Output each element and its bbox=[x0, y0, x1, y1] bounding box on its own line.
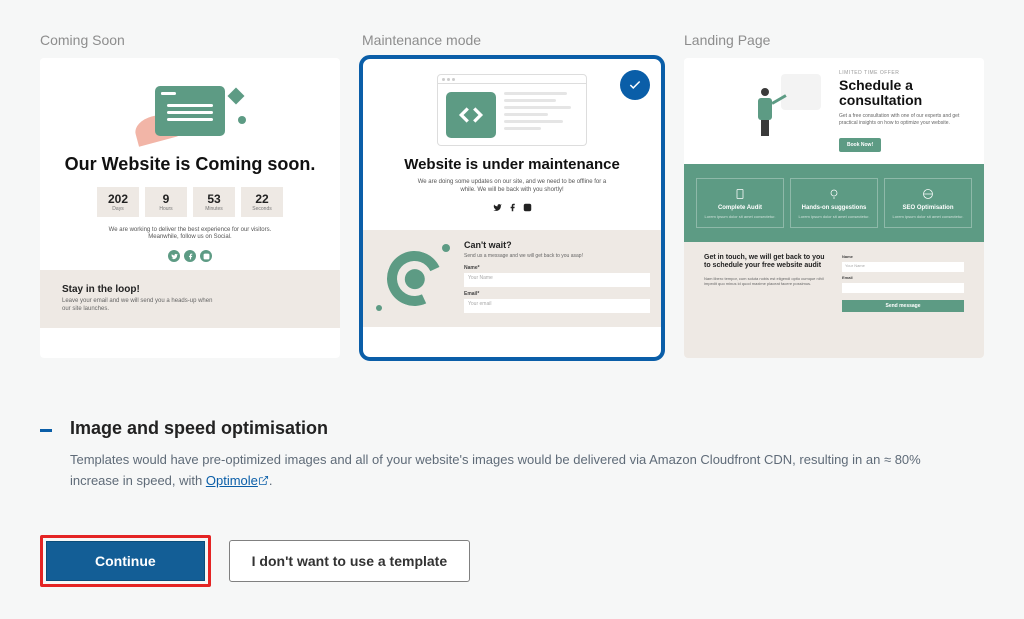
lightbulb-icon bbox=[827, 187, 841, 201]
instagram-icon bbox=[200, 250, 212, 262]
template-label: Maintenance mode bbox=[362, 32, 662, 48]
facebook-icon bbox=[184, 250, 196, 262]
preview-contact: Get in touch, we will get back to you to… bbox=[684, 242, 984, 358]
countdown: 202Days 9Hours 53Minutes 22Seconds bbox=[50, 187, 330, 217]
preview-header: Website is under maintenance We are doin… bbox=[362, 58, 662, 230]
preview-features: Complete AuditLorem ipsum dolor sit amet… bbox=[684, 164, 984, 242]
form-title: Can't wait? bbox=[464, 240, 650, 250]
template-landing-col: Landing Page LIMITED TIME OFFER bbox=[684, 32, 984, 358]
action-buttons: Continue I don't want to use a template bbox=[40, 535, 984, 587]
social-icons bbox=[382, 203, 642, 212]
preview-title: Our Website is Coming soon. bbox=[50, 154, 330, 175]
skip-template-button[interactable]: I don't want to use a template bbox=[229, 540, 470, 582]
section-title: Image and speed optimisation bbox=[70, 418, 328, 439]
section-description: Templates would have pre-optimized image… bbox=[70, 449, 970, 493]
name-label: Name* bbox=[464, 265, 650, 271]
continue-button[interactable]: Continue bbox=[46, 541, 205, 581]
continue-highlight: Continue bbox=[40, 535, 211, 587]
hero-title: Schedule a consultation bbox=[839, 78, 968, 109]
code-icon bbox=[446, 92, 496, 138]
twitter-icon bbox=[168, 250, 180, 262]
template-card-maintenance[interactable]: Website is under maintenance We are doin… bbox=[362, 58, 662, 358]
template-card-landing[interactable]: LIMITED TIME OFFER Schedule a consultati… bbox=[684, 58, 984, 358]
globe-icon bbox=[921, 187, 935, 201]
facebook-icon bbox=[508, 203, 517, 212]
send-button: Send message bbox=[842, 300, 964, 312]
preview-desc: We are doing some updates on our site, a… bbox=[417, 179, 607, 195]
hero-tag: LIMITED TIME OFFER bbox=[839, 70, 968, 76]
stay-desc: Leave your email and we will send you a … bbox=[62, 298, 222, 314]
name-placeholder: Your Name bbox=[464, 273, 650, 287]
email-label: Email* bbox=[464, 291, 650, 297]
preview-desc: We are working to deliver the best exper… bbox=[95, 227, 285, 243]
social-icons bbox=[50, 250, 330, 262]
optimole-link[interactable]: Optimole bbox=[206, 473, 269, 488]
email-placeholder: Your email bbox=[464, 299, 650, 313]
contact-desc: Nam libero tempor, cum soluta nobis est … bbox=[704, 276, 826, 287]
selected-check-icon bbox=[620, 70, 650, 100]
contact-title: Get in touch, we will get back to you to… bbox=[704, 254, 826, 271]
template-card-coming-soon[interactable]: Our Website is Coming soon. 202Days 9Hou… bbox=[40, 58, 340, 358]
template-label: Landing Page bbox=[684, 32, 984, 48]
form-desc: Send us a message and we will get back t… bbox=[464, 253, 650, 259]
browser-mock-icon bbox=[437, 74, 587, 146]
preview-footer: Can't wait? Send us a message and we wil… bbox=[362, 230, 662, 327]
stay-title: Stay in the loop! bbox=[62, 284, 318, 295]
hero-desc: Get a free consultation with one of our … bbox=[839, 113, 968, 127]
preview-hero: LIMITED TIME OFFER Schedule a consultati… bbox=[684, 58, 984, 164]
at-sign-icon bbox=[374, 240, 454, 317]
instagram-icon bbox=[523, 203, 532, 212]
section-heading: Image and speed optimisation bbox=[40, 418, 984, 439]
twitter-icon bbox=[493, 203, 502, 212]
template-maintenance-col: Maintenance mode Website is under mainte… bbox=[362, 32, 662, 358]
hero-cta: Book Now! bbox=[839, 138, 881, 152]
template-gallery: Coming Soon Our Website is Coming soon. … bbox=[40, 32, 984, 358]
clipboard-icon bbox=[733, 187, 747, 201]
preview-footer: Stay in the loop! Leave your email and w… bbox=[40, 270, 340, 328]
person-illustration bbox=[700, 70, 829, 152]
preview-illustration bbox=[50, 76, 330, 146]
preview-header: Our Website is Coming soon. 202Days 9Hou… bbox=[40, 58, 340, 270]
template-coming-soon-col: Coming Soon Our Website is Coming soon. … bbox=[40, 32, 340, 358]
preview-form: Can't wait? Send us a message and we wil… bbox=[464, 240, 650, 317]
preview-title: Website is under maintenance bbox=[382, 156, 642, 173]
external-link-icon bbox=[258, 471, 269, 492]
template-label: Coming Soon bbox=[40, 32, 340, 48]
collapse-icon[interactable] bbox=[40, 429, 52, 432]
